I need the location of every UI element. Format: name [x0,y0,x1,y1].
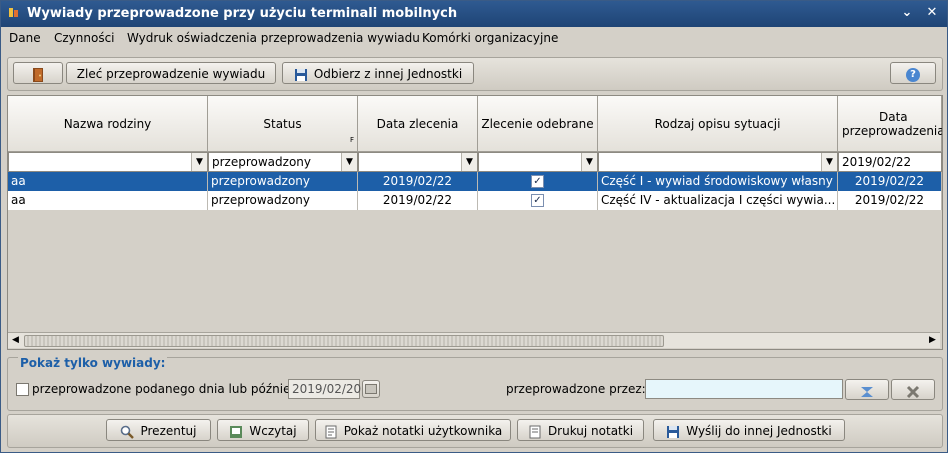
cell-data-przeprowadzenia: 2019/02/22 [838,191,942,210]
filter-data-zlecenia[interactable]: ▼ [358,152,478,172]
chevron-down-icon[interactable]: ▼ [821,153,837,171]
send-to-unit-button-label: Wyślij do innej Jednostki [686,424,832,438]
filter-data-przeprowadzenia[interactable]: 2019/02/22 [838,152,942,172]
show-notes-button-label: Pokaż notatki użytkownika [343,424,503,438]
magnifier-icon [121,425,135,439]
send-to-unit-button[interactable]: Wyślij do innej Jednostki [653,419,845,441]
door-exit-icon [33,67,43,82]
exit-button[interactable] [13,62,63,84]
show-notes-button[interactable]: Pokaż notatki użytkownika [315,419,511,441]
column-header-data-zlecenia[interactable]: Data zlecenia [358,96,478,152]
hourglass-icon [861,386,873,397]
filters-panel: Pokaż tylko wywiady: przeprowadzone poda… [7,356,943,411]
cell-status: przeprowadzony [208,172,358,191]
clear-icon [906,385,920,398]
select-user-button[interactable] [845,379,889,400]
table-row[interactable]: aa przeprowadzony 2019/02/22 ✓ Część IV … [8,191,942,210]
clear-user-button[interactable] [891,379,935,400]
date-filter-label: przeprowadzone podanego dnia lub później [32,382,294,396]
cell-data-zlecenia: 2019/02/22 [358,191,478,210]
filters-legend: Pokaż tylko wywiady: [18,356,168,370]
menu-komorki-organizacyjne[interactable]: Komórki organizacyjne [422,31,558,45]
menu-dane[interactable]: Dane [9,31,41,45]
cell-rodzaj-opisu: Część IV - aktualizacja I części wywia..… [598,191,838,210]
performed-by-input[interactable] [645,379,843,399]
table-row[interactable]: aa przeprowadzony 2019/02/22 ✓ Część I -… [8,172,942,191]
cell-status: przeprowadzony [208,191,358,210]
calendar-icon [365,384,377,394]
calendar-button[interactable] [362,380,380,398]
menu-czynnosci[interactable]: Czynności [54,31,115,45]
notes-icon [325,425,337,438]
scroll-left-icon[interactable]: ◀ [8,333,23,348]
help-button[interactable]: ? [890,62,936,84]
scrollbar-thumb[interactable] [24,335,664,347]
load-button[interactable]: Wczytaj [217,419,309,441]
received-checkbox[interactable]: ✓ [531,175,544,188]
receive-from-unit-button[interactable]: Odbierz z innej Jednostki [282,62,474,84]
present-button[interactable]: Prezentuj [106,419,211,441]
cell-data-zlecenia: 2019/02/22 [358,172,478,191]
receive-from-unit-label: Odbierz z innej Jednostki [313,67,463,81]
column-header-status[interactable]: Status F [208,96,358,152]
filter-zlecenie-odebrane[interactable]: ▼ [478,152,598,172]
cell-data-przeprowadzenia: 2019/02/22 [838,172,942,191]
title-bar[interactable]: Wywiady przeprowadzone przy użyciu termi… [1,1,947,27]
column-header-status-label: Status [263,116,302,131]
received-checkbox[interactable]: ✓ [531,194,544,207]
chevron-down-icon[interactable]: ▼ [581,153,597,171]
column-header-rodzaj-opisu[interactable]: Rodzaj opisu sytuacji [598,96,838,152]
chevron-down-icon[interactable]: ▼ [341,153,357,171]
save-icon [667,425,680,438]
order-interview-button[interactable]: Zleć przeprowadzenie wywiadu [66,62,276,84]
horizontal-scrollbar[interactable]: ◀ ▶ [8,332,940,348]
date-filter-input[interactable]: 2019/02/20 [288,379,361,399]
load-button-label: Wczytaj [249,424,297,438]
interviews-table: Nazwa rodziny Status F Data zlecenia Zle… [7,95,943,350]
print-icon [529,425,541,438]
save-icon [294,68,307,81]
filter-data-przeprowadzenia-value: 2019/02/22 [842,155,912,169]
load-icon [230,425,243,438]
main-window: Wywiady przeprowadzone przy użyciu termi… [0,0,948,453]
collapse-icon[interactable]: ⌄ [898,4,916,22]
cell-rodzaj-opisu: Część I - wywiad środowiskowy własny [598,172,838,191]
scroll-right-icon[interactable]: ▶ [925,333,940,348]
filter-status-value: przeprowadzony [212,155,311,169]
cell-zlecenie-odebrane: ✓ [478,191,598,210]
menu-bar: Dane Czynności Wydruk oświadczenia przep… [1,27,947,51]
filter-nazwa-rodziny[interactable]: ▼ [8,152,208,172]
column-header-data-przeprowadzenia[interactable]: Data przeprowadzenia [838,96,942,152]
print-notes-button[interactable]: Drukuj notatki [517,419,644,441]
cell-zlecenie-odebrane: ✓ [478,172,598,191]
bottom-toolbar: Prezentuj Wczytaj Pokaż notatki użytkown… [7,414,943,448]
chevron-down-icon[interactable]: ▼ [461,153,477,171]
app-icon [9,8,18,17]
menu-wydruk-oswiadczenia[interactable]: Wydruk oświadczenia przeprowadzenia wywi… [127,31,420,45]
window-title: Wywiady przeprowadzone przy użyciu termi… [27,6,458,21]
help-icon: ? [906,67,920,82]
cell-nazwa-rodziny: aa [8,172,208,191]
chevron-down-icon[interactable]: ▼ [191,153,207,171]
table-empty-area [8,210,942,332]
cell-nazwa-rodziny: aa [8,191,208,210]
toolbar: Zleć przeprowadzenie wywiadu Odbierz z i… [7,57,943,91]
close-icon[interactable]: ✕ [923,4,941,22]
column-header-nazwa-rodziny[interactable]: Nazwa rodziny [8,96,208,152]
performed-by-label: przeprowadzone przez: [506,382,646,396]
print-notes-button-label: Drukuj notatki [547,424,634,438]
filter-rodzaj-opisu[interactable]: ▼ [598,152,838,172]
filter-status[interactable]: przeprowadzony ▼ [208,152,358,172]
present-button-label: Prezentuj [140,424,197,438]
column-header-zlecenie-odebrane[interactable]: Zlecenie odebrane [478,96,598,152]
filter-marker: F [349,136,354,144]
date-filter-checkbox[interactable] [16,383,29,396]
